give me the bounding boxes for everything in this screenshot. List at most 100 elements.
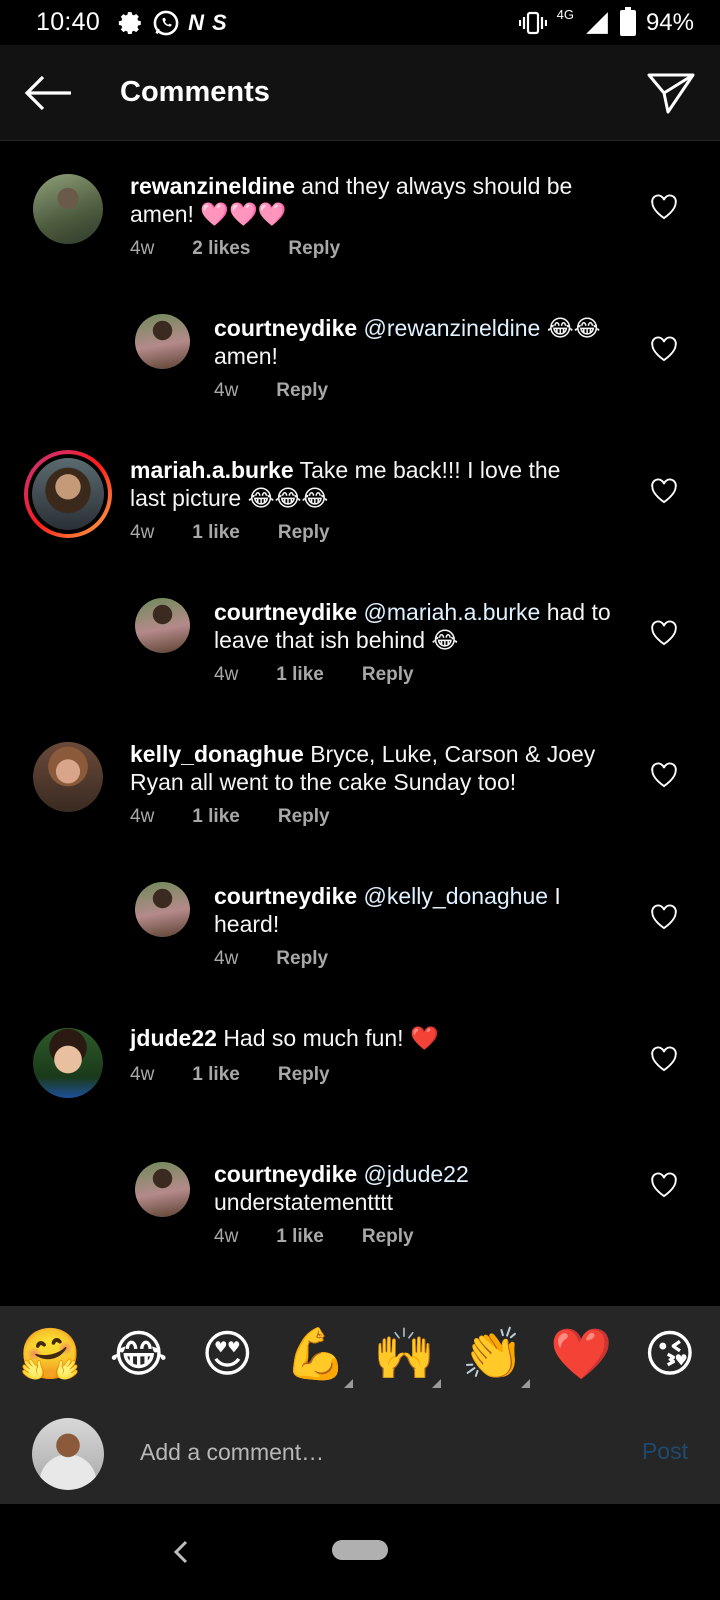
heart-icon[interactable]	[650, 194, 678, 220]
emoji-red-heart-button[interactable]: ❤️	[546, 1326, 616, 1382]
avatar[interactable]	[33, 1028, 103, 1098]
back-button[interactable]	[22, 69, 74, 117]
mention-link[interactable]: @jdude22	[364, 1161, 469, 1187]
post-button[interactable]: Post	[642, 1438, 688, 1465]
likes-count[interactable]: 1 like	[192, 1064, 240, 1086]
comment-message: understatementttt	[214, 1189, 393, 1215]
username[interactable]: rewanzineldine	[130, 173, 295, 199]
heart-icon[interactable]	[650, 620, 678, 646]
username[interactable]: courtneydike	[214, 883, 357, 909]
battery-icon	[619, 6, 636, 36]
emoji-hugging-button[interactable]: 🤗	[15, 1326, 85, 1382]
comment-meta: 4w 1 like Reply	[214, 664, 414, 686]
comment-time: 4w	[214, 664, 239, 685]
comment-meta: 4w 1 like Reply	[214, 1226, 414, 1248]
likes-count[interactable]: 2 likes	[192, 238, 250, 260]
n-icon: N	[188, 9, 204, 35]
comment-time: 4w	[130, 522, 155, 543]
comment-time: 4w	[214, 380, 239, 401]
heart-icon[interactable]	[650, 904, 678, 930]
comment-message: Had so much fun! ❤️	[223, 1025, 439, 1051]
avatar	[32, 458, 104, 530]
send-icon	[647, 73, 695, 114]
comment-meta: 4w 1 like Reply	[130, 806, 330, 828]
comment-input[interactable]	[140, 1428, 580, 1476]
system-nav-bar	[0, 1504, 720, 1600]
comment-time: 4w	[214, 1226, 239, 1247]
emoji-laughing-button[interactable]: 😂	[104, 1326, 174, 1382]
username[interactable]: kelly_donaghue	[130, 741, 304, 767]
emoji-bar: 🤗 😂 😍 💪 🙌 👏 ❤️ 😘	[0, 1306, 720, 1402]
username[interactable]: courtneydike	[214, 315, 357, 341]
status-right: 4G 94%	[518, 6, 694, 37]
comment-text: courtneydike @rewanzineldine 😂😂 amen!	[214, 314, 624, 370]
nav-back-icon[interactable]	[168, 1532, 192, 1572]
username[interactable]: courtneydike	[214, 599, 357, 625]
likes-count[interactable]: 1 like	[192, 522, 240, 544]
status-time: 10:40	[36, 8, 101, 36]
skin-tone-indicator	[343, 1379, 353, 1388]
reply-button[interactable]: Reply	[288, 238, 340, 260]
comment-text: mariah.a.burke Take me back!!! I love th…	[130, 456, 600, 512]
status-bar: 10:40 N S 4G 94%	[0, 0, 720, 45]
avatar[interactable]	[135, 598, 190, 653]
share-button[interactable]	[644, 67, 698, 119]
emoji-clapping-button[interactable]: 👏	[458, 1326, 530, 1388]
reply-button[interactable]: Reply	[276, 380, 328, 402]
heart-icon[interactable]	[650, 762, 678, 788]
reply-button[interactable]: Reply	[278, 522, 330, 544]
gear-icon	[118, 11, 141, 34]
reply-button[interactable]: Reply	[276, 948, 328, 970]
username[interactable]: mariah.a.burke	[130, 457, 294, 483]
comment-text: courtneydike @jdude22 understatementttt	[214, 1160, 624, 1216]
avatar[interactable]	[135, 1162, 190, 1217]
nav-home-pill[interactable]	[332, 1540, 388, 1560]
comment-text: kelly_donaghue Bryce, Luke, Carson & Joe…	[130, 740, 600, 796]
reply-button[interactable]: Reply	[278, 806, 330, 828]
mention-link[interactable]: @kelly_donaghue	[364, 883, 548, 909]
avatar[interactable]	[135, 314, 190, 369]
vibrate-icon	[518, 11, 547, 34]
emoji-kiss-button[interactable]: 😘	[635, 1326, 705, 1382]
emoji-raised-hands-button[interactable]: 🙌	[369, 1326, 442, 1388]
comment-meta: 4w 2 likes Reply	[130, 238, 340, 260]
comment-text: courtneydike @kelly_donaghue I heard!	[214, 882, 624, 938]
avatar[interactable]	[33, 742, 103, 812]
mention-link[interactable]: @mariah.a.burke	[364, 599, 541, 625]
emoji-heart-eyes-button[interactable]: 😍	[192, 1326, 262, 1382]
status-notification-icons: N S	[118, 9, 227, 37]
network-label: 4G	[556, 7, 574, 22]
s-icon: S	[211, 9, 227, 35]
heart-icon[interactable]	[650, 1046, 678, 1072]
comment-text: rewanzineldine and they always should be…	[130, 172, 600, 228]
heart-icon[interactable]	[650, 1172, 678, 1198]
comments-list[interactable]: rewanzineldine and they always should be…	[0, 142, 720, 1306]
heart-icon[interactable]	[650, 478, 678, 504]
avatar[interactable]	[33, 174, 103, 244]
mention-link[interactable]: @rewanzineldine	[364, 315, 541, 341]
skin-tone-indicator	[520, 1379, 530, 1388]
comment-text: courtneydike @mariah.a.burke had to leav…	[214, 598, 624, 654]
likes-count[interactable]: 1 like	[192, 806, 240, 828]
current-user-avatar	[32, 1418, 104, 1490]
reply-button[interactable]: Reply	[362, 664, 414, 686]
comment-text: jdude22 Had so much fun! ❤️	[130, 1024, 600, 1052]
comment-meta: 4w 1 like Reply	[130, 1064, 330, 1086]
reply-button[interactable]: Reply	[362, 1226, 414, 1248]
header: Comments	[0, 45, 720, 141]
username[interactable]: jdude22	[130, 1025, 217, 1051]
avatar[interactable]	[135, 882, 190, 937]
heart-icon[interactable]	[650, 336, 678, 362]
comment-time: 4w	[130, 1064, 155, 1085]
reply-button[interactable]: Reply	[278, 1064, 330, 1086]
battery-level: 94%	[645, 8, 694, 36]
comment-meta: 4w Reply	[214, 948, 328, 970]
likes-count[interactable]: 1 like	[276, 664, 324, 686]
username[interactable]: courtneydike	[214, 1161, 357, 1187]
signal-icon	[586, 11, 608, 34]
likes-count[interactable]: 1 like	[276, 1226, 324, 1248]
whatsapp-icon	[153, 10, 179, 35]
story-ring[interactable]	[24, 450, 112, 538]
emoji-muscle-button[interactable]: 💪	[281, 1326, 353, 1388]
comment-meta: 4w 1 like Reply	[130, 522, 330, 544]
